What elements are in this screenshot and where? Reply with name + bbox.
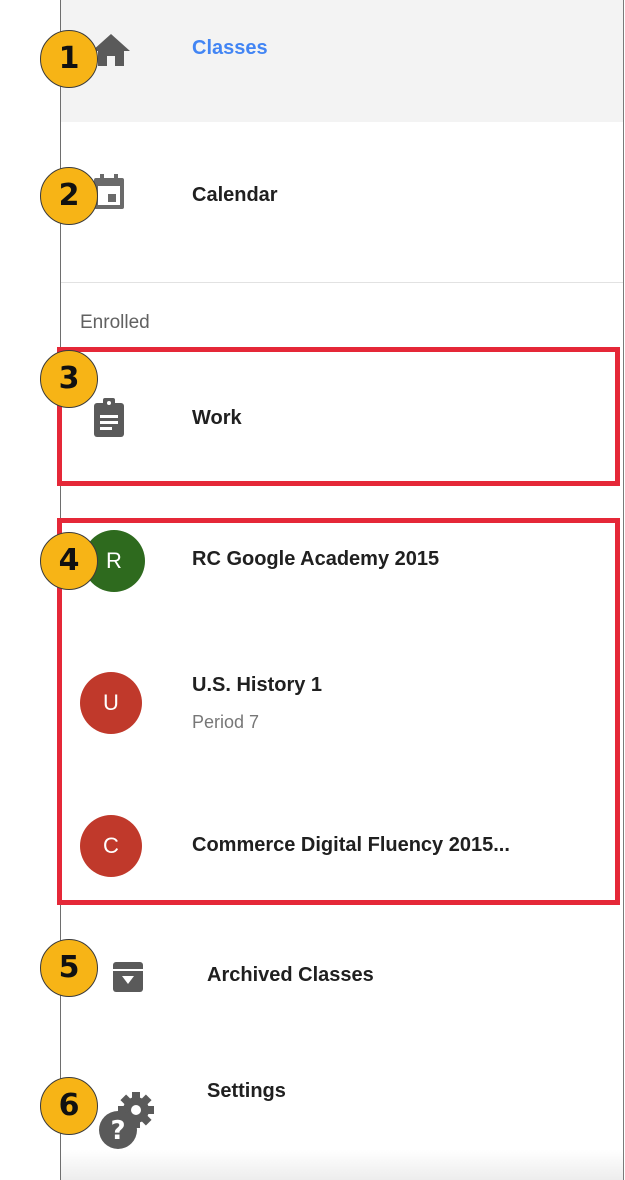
drawer-edge [623, 0, 624, 1180]
nav-label-calendar: Calendar [192, 184, 278, 206]
highlight-box-work [57, 347, 620, 486]
nav-item-calendar[interactable] [61, 130, 623, 260]
nav-item-classes[interactable] [61, 0, 623, 122]
settings-help-icon: ? [99, 1092, 154, 1149]
highlight-box-classes [57, 518, 620, 905]
archive-icon [113, 962, 143, 992]
svg-text:?: ? [110, 1116, 125, 1146]
drawer-bottom-fade [61, 1150, 623, 1180]
nav-label-archived: Archived Classes [207, 964, 374, 986]
nav-label-settings: Settings [207, 1080, 286, 1102]
callout-6: 6 [40, 1077, 98, 1135]
callout-2: 2 [40, 167, 98, 225]
callout-1: 1 [40, 30, 98, 88]
section-header-enrolled: Enrolled [80, 312, 150, 333]
callout-3: 3 [40, 350, 98, 408]
nav-label-classes: Classes [192, 37, 268, 59]
callout-5: 5 [40, 939, 98, 997]
callout-4: 4 [40, 532, 98, 590]
divider [61, 282, 623, 283]
